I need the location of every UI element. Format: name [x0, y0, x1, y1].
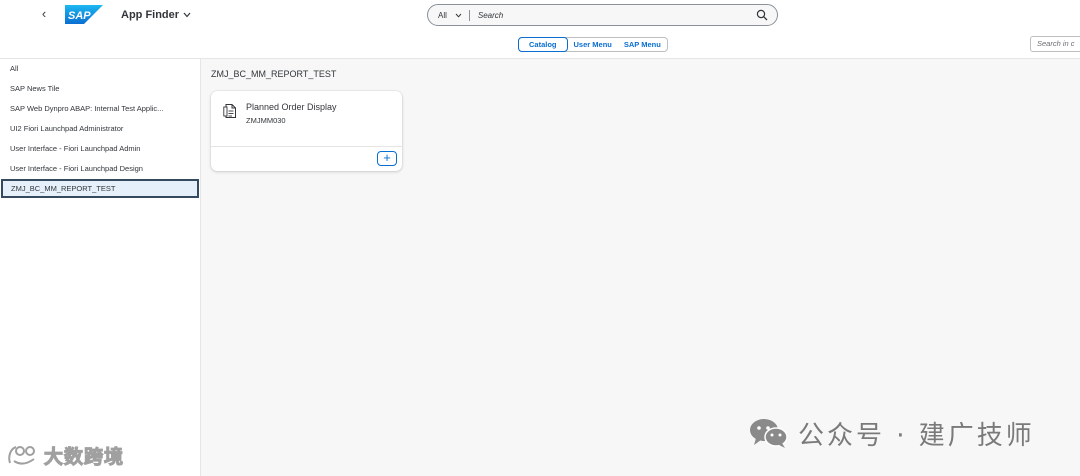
watermark-left-text: 大数跨境	[43, 446, 125, 468]
watermark-right: 公众号 · 建广技师	[748, 413, 1035, 453]
app-title: App Finder	[121, 9, 180, 21]
catalog-item-fiori-launchpad-admin[interactable]: User Interface - Fiori Launchpad Admin	[1, 139, 199, 158]
tile-title: Planned Order Display	[246, 102, 337, 112]
tab-user-menu[interactable]: User Menu	[568, 38, 618, 51]
chevron-down-icon	[183, 12, 191, 18]
watermark-logo-icon	[8, 446, 35, 465]
catalog-item-fiori-launchpad-design[interactable]: User Interface - Fiori Launchpad Design	[1, 159, 199, 178]
catalog-search-input[interactable]: Search in c	[1030, 36, 1080, 52]
search-scope-select[interactable]: All	[428, 5, 462, 25]
search-icon[interactable]	[756, 9, 768, 21]
tab-catalog[interactable]: Catalog	[518, 37, 568, 52]
sub-header: Catalog User Menu SAP Menu Search in c	[0, 30, 1080, 59]
tile-divider	[211, 146, 402, 147]
chevron-down-icon	[455, 13, 462, 18]
watermark-right-text: 公众号 · 建广技师	[798, 420, 1035, 451]
search-scope-value: All	[438, 10, 447, 20]
shell-header: ‹ SAP App Finder All	[0, 0, 1080, 30]
back-button[interactable]: ‹	[36, 6, 52, 22]
catalog-item-all[interactable]: All	[1, 59, 199, 78]
tile-subtitle: ZMJMM030	[246, 116, 286, 125]
search-input[interactable]	[477, 10, 748, 20]
add-tile-button[interactable]: +	[377, 151, 397, 166]
plus-icon: +	[383, 150, 391, 165]
search-divider	[468, 9, 470, 21]
watermark-left: 大数跨境	[6, 440, 124, 470]
section-title: ZMJ_BC_MM_REPORT_TEST	[211, 69, 337, 79]
app-tile[interactable]: Planned Order Display ZMJMM030 +	[211, 91, 402, 171]
catalog-item-zmj-bc-mm-report-test[interactable]: ZMJ_BC_MM_REPORT_TEST	[1, 179, 199, 198]
wechat-icon	[750, 419, 788, 448]
sap-logo-text: SAP	[68, 10, 91, 22]
search-bar: All	[427, 4, 778, 26]
catalog-list: All SAP News Tile SAP Web Dynpro ABAP: I…	[0, 59, 201, 476]
back-chevron-icon: ‹	[41, 6, 47, 21]
catalog-item-ui2-fiori-admin[interactable]: UI2 Fiori Launchpad Administrator	[1, 119, 199, 138]
tab-sap-menu[interactable]: SAP Menu	[618, 38, 667, 51]
sap-logo[interactable]: SAP	[65, 5, 103, 24]
app-title-menu[interactable]: App Finder	[121, 6, 191, 24]
catalog-item-sap-news-tile[interactable]: SAP News Tile	[1, 79, 199, 98]
document-list-icon	[223, 104, 236, 118]
catalog-item-sap-web-dynpro[interactable]: SAP Web Dynpro ABAP: Internal Test Appli…	[1, 99, 199, 118]
view-switcher: Catalog User Menu SAP Menu	[518, 37, 668, 52]
